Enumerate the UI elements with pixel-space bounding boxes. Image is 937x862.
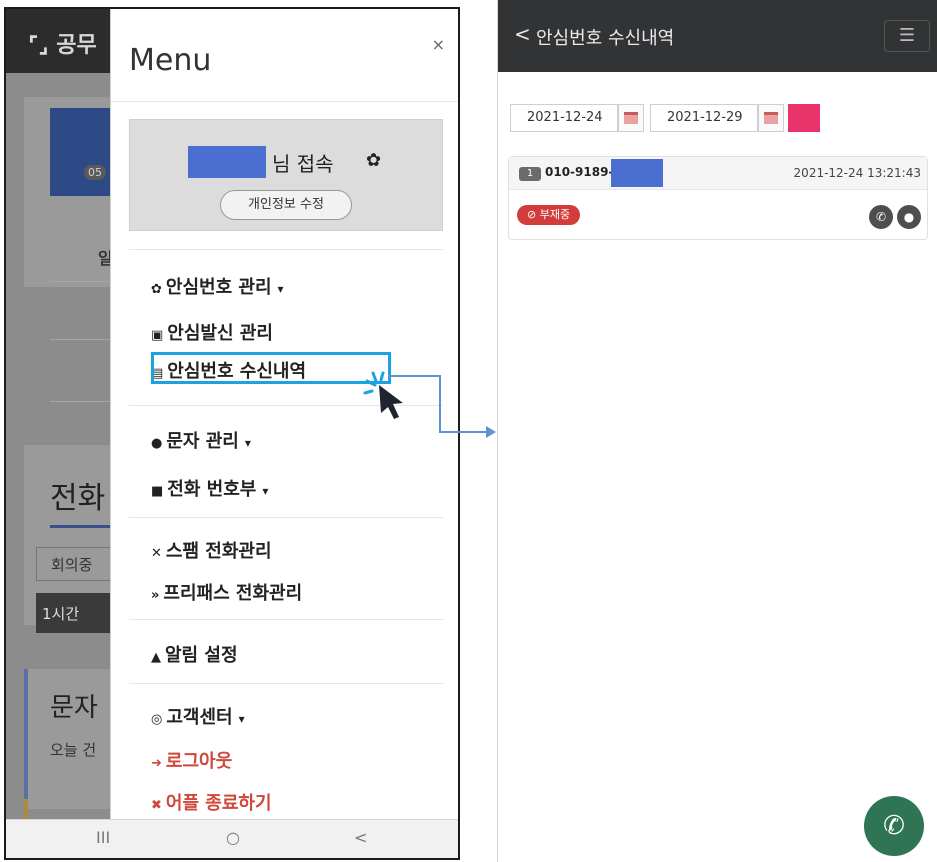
gear-icon[interactable]: ✿ bbox=[366, 150, 381, 171]
app-header: < 안심번호 수신내역 ☰ bbox=[498, 0, 937, 72]
background-field: 회의중 bbox=[36, 547, 116, 581]
spam-icon: ✕ bbox=[151, 546, 162, 561]
menu-item-safe-number-manage[interactable]: ✿ 안심번호 관리 ▾ bbox=[151, 273, 284, 299]
phone-icon: ✆ bbox=[883, 811, 905, 841]
left-phone-screen: ⌜⌟ 공무 05 일 전화 회의중 1시간 문자 오늘 건 Menu × 님 접… bbox=[4, 7, 460, 860]
back-icon[interactable]: < bbox=[514, 22, 531, 46]
menu-item-phonebook[interactable]: ■ 전화 번호부 ▾ bbox=[151, 475, 268, 501]
background-divider bbox=[50, 401, 114, 402]
page-title: 안심번호 수신내역 bbox=[536, 28, 675, 49]
background-tab-title: 전화 bbox=[50, 481, 106, 516]
menu-item-exit-app[interactable]: ✖ 어플 종료하기 bbox=[151, 789, 272, 815]
menu-item-safe-outgoing-manage[interactable]: ▣ 안심발신 관리 bbox=[151, 319, 273, 345]
user-greeting: 님 접속 bbox=[272, 152, 334, 176]
menu-divider bbox=[129, 517, 443, 518]
headset-icon: ◎ bbox=[151, 712, 163, 727]
caret-down-icon: ▾ bbox=[238, 712, 245, 726]
calendar-icon[interactable] bbox=[758, 104, 784, 132]
status-badge: ⊘ 부재중 bbox=[517, 205, 581, 225]
record-index-badge: 1 bbox=[519, 167, 541, 181]
logout-icon: ➜ bbox=[151, 756, 162, 771]
outgoing-icon: ▣ bbox=[151, 328, 164, 343]
home-button[interactable]: ○ bbox=[226, 828, 240, 847]
caret-down-icon: ▾ bbox=[262, 484, 269, 498]
menu-item-notification-settings[interactable]: ▲ 알림 설정 bbox=[151, 641, 238, 667]
menu-item-spam-manage[interactable]: ✕ 스팸 전화관리 bbox=[151, 537, 272, 563]
side-menu: Menu × 님 접속 ✿ 개인정보 수정 ✿ 안심번호 관리 ▾ ▣ 안심발신 관리… bbox=[110, 9, 458, 823]
recent-apps-button[interactable]: III bbox=[96, 828, 110, 847]
background-divider bbox=[50, 281, 114, 282]
caret-down-icon: ▾ bbox=[277, 282, 284, 296]
background-divider bbox=[50, 339, 114, 340]
menu-item-highlight-box bbox=[151, 352, 391, 384]
date-from-input[interactable]: 2021-12-24 bbox=[510, 104, 618, 132]
background-badge: 05 bbox=[84, 165, 106, 180]
chat-icon: ● bbox=[903, 210, 915, 224]
call-fab-button[interactable]: ✆ bbox=[864, 796, 924, 856]
chat-icon: ● bbox=[151, 436, 163, 451]
background-button: 1시간 bbox=[36, 593, 116, 633]
list-item[interactable]: 1 010-9189-0 2021-12-24 13:21:43 ⊘ 부재중 ✆… bbox=[508, 156, 928, 240]
background-message-sub: 오늘 건 bbox=[50, 741, 97, 759]
right-phone-screen: < 안심번호 수신내역 ☰ 2021-12-24 2021-12-29 1 01… bbox=[497, 0, 937, 862]
search-button[interactable] bbox=[788, 104, 820, 132]
calendar-icon[interactable] bbox=[618, 104, 644, 132]
call-button[interactable]: ✆ bbox=[869, 205, 893, 229]
book-icon: ■ bbox=[151, 484, 164, 499]
menu-divider bbox=[129, 249, 443, 250]
background-blue-box bbox=[50, 108, 114, 196]
menu-item-logout[interactable]: ➜ 로그아웃 bbox=[151, 747, 232, 773]
menu-divider bbox=[129, 683, 443, 684]
caret-down-icon: ▾ bbox=[244, 436, 251, 450]
android-navbar: III ○ < bbox=[6, 819, 458, 858]
mouse-pointer-icon bbox=[363, 371, 403, 419]
phone-icon: ✆ bbox=[875, 210, 887, 224]
hamburger-menu-button[interactable]: ☰ bbox=[884, 20, 930, 52]
gear-icon: ✿ bbox=[151, 282, 162, 297]
menu-item-customer-center[interactable]: ◎ 고객센터 ▾ bbox=[151, 703, 245, 729]
menu-title: Menu bbox=[129, 43, 212, 78]
phone-number-redaction bbox=[611, 159, 663, 187]
user-info-box: 님 접속 ✿ 개인정보 수정 bbox=[129, 119, 443, 231]
message-button[interactable]: ● bbox=[897, 205, 921, 229]
bell-icon: ▲ bbox=[151, 650, 161, 665]
background-tab-underline bbox=[50, 525, 114, 528]
menu-item-freepass-manage[interactable]: » 프리패스 전화관리 bbox=[151, 579, 302, 605]
menu-divider bbox=[111, 101, 458, 102]
background-app-title: ⌜⌟ 공무 bbox=[28, 33, 97, 58]
close-circle-icon: ✖ bbox=[151, 798, 162, 813]
app-logo-icon: ⌜⌟ bbox=[28, 33, 49, 58]
date-to-input[interactable]: 2021-12-29 bbox=[650, 104, 758, 132]
menu-item-sms-manage[interactable]: ● 문자 관리 ▾ bbox=[151, 427, 251, 453]
user-name-redaction bbox=[188, 146, 266, 178]
double-chevron-icon: » bbox=[151, 588, 160, 603]
menu-divider bbox=[129, 619, 443, 620]
back-button[interactable]: < bbox=[354, 828, 367, 847]
profile-edit-button[interactable]: 개인정보 수정 bbox=[220, 190, 352, 220]
background-message-title: 문자 bbox=[50, 693, 98, 723]
record-header: 1 010-9189-0 2021-12-24 13:21:43 bbox=[509, 157, 927, 190]
menu-close-button[interactable]: × bbox=[432, 35, 445, 54]
record-timestamp: 2021-12-24 13:21:43 bbox=[793, 166, 921, 180]
